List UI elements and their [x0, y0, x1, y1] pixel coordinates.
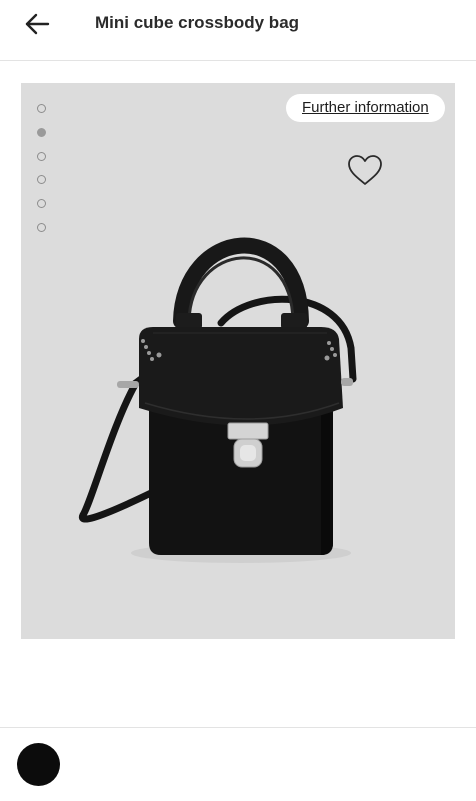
- wishlist-button[interactable]: [346, 153, 384, 187]
- further-information-button[interactable]: Further information: [286, 94, 445, 122]
- color-selector-bar: [0, 727, 476, 801]
- pager-dot-5[interactable]: [37, 199, 46, 209]
- top-app-bar: Mini cube crossbody bag: [0, 0, 476, 61]
- back-button[interactable]: [22, 10, 52, 40]
- page-title: Mini cube crossbody bag: [95, 13, 300, 32]
- image-pager: [37, 104, 49, 247]
- pager-dot-2-active[interactable]: [37, 127, 46, 137]
- pager-dot-6[interactable]: [37, 222, 46, 232]
- product-image-gallery[interactable]: Further information: [21, 83, 455, 639]
- pager-dot-3[interactable]: [37, 151, 46, 161]
- color-swatch-black[interactable]: [17, 743, 60, 786]
- product-image: [78, 237, 357, 563]
- pager-dot-4[interactable]: [37, 175, 46, 185]
- arrow-left-icon: [25, 13, 50, 35]
- pager-dot-1[interactable]: [37, 104, 46, 113]
- heart-icon: [348, 155, 382, 185]
